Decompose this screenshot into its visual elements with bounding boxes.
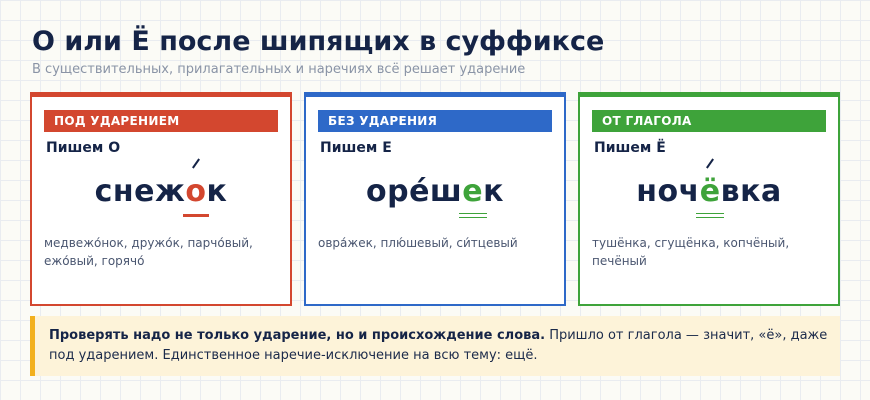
- example-word: ноч ё вка: [580, 158, 838, 218]
- word-part-after: к: [483, 174, 505, 209]
- word-part-before: ноч: [636, 174, 700, 209]
- card-rule: Пишем О: [46, 140, 121, 156]
- highlighted-vowel: ё: [696, 158, 725, 218]
- underline-mark: [182, 214, 209, 217]
- card-unstressed: БЕЗ УДАРЕНИЯ Пишем Е оре́ше к овра́жек, п…: [304, 92, 566, 306]
- highlighted-vowel: е: [458, 174, 487, 218]
- vowel-letter: о: [185, 174, 207, 209]
- word-part-after: вка: [720, 174, 782, 209]
- vowel-letter: ё: [699, 174, 721, 209]
- card-examples: тушёнка, сгущёнка, копчёный, печёный: [592, 236, 790, 268]
- word-part-before: оре́ш: [365, 174, 463, 209]
- example-word: оре́ше к: [306, 174, 564, 218]
- card-from-verb: ОТ ГЛАГОЛА Пишем Ё ноч ё вка тушёнка, сгущ…: [578, 92, 840, 306]
- word-part-after: к: [206, 174, 228, 209]
- word-part-before: снеж: [94, 174, 186, 209]
- card-badge: ОТ ГЛАГОЛА: [592, 110, 826, 132]
- card-badge: ПОД УДАРЕНИЕМ: [44, 110, 278, 132]
- highlighted-vowel: о: [182, 158, 209, 217]
- card-stressed: ПОД УДАРЕНИЕМ Пишем О снеж о к медвежо́нок…: [30, 92, 292, 306]
- example-word: снеж о к: [32, 158, 290, 217]
- card-rule: Пишем Е: [320, 140, 392, 156]
- page-title: О или Ё после шипящих в суффиксе: [32, 26, 605, 57]
- card-examples: медвежо́нок, дружо́к, парчо́вый, ежо́вый…: [44, 236, 253, 268]
- card-examples: овра́жек, плю́шевый, си́тцевый: [318, 236, 518, 250]
- page-subtitle: В существительных, прилагательных и наре…: [32, 62, 526, 77]
- vowel-letter: е: [462, 174, 484, 209]
- accent-mark: [706, 158, 715, 169]
- double-underline-mark: [458, 213, 487, 218]
- accent-mark: [191, 158, 200, 169]
- card-badge: БЕЗ УДАРЕНИЯ: [318, 110, 552, 132]
- note-bold-text: Проверять надо не только ударение, но и …: [49, 328, 546, 343]
- card-rule: Пишем Ё: [594, 140, 666, 156]
- note-callout: Проверять надо не только ударение, но и …: [30, 316, 840, 376]
- double-underline-mark: [696, 213, 725, 218]
